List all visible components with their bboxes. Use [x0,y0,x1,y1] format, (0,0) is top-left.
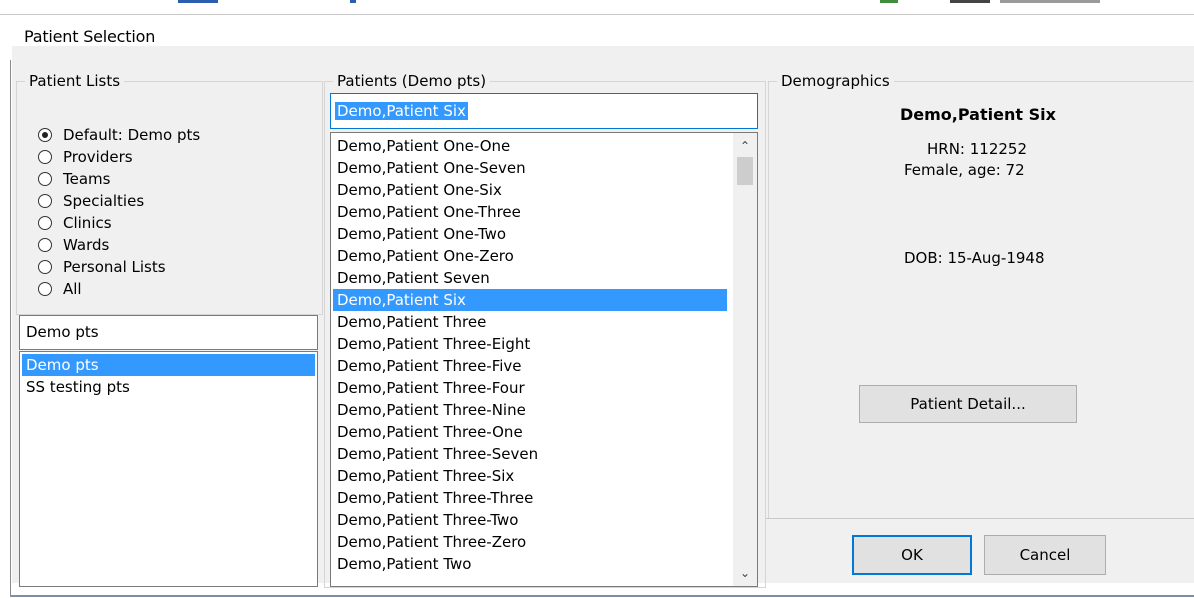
patient-row[interactable]: Demo,Patient Seven [333,267,731,289]
radio-label: Clinics [63,214,112,232]
patient-row[interactable]: Demo,Patient Three-Six [333,465,731,487]
patient-sex-age: Female, age: 72 [904,161,1025,179]
patient-search-input[interactable]: Demo,Patient Six [330,93,758,129]
patient-row[interactable]: Demo,Patient One-Two [333,223,731,245]
patient-list-listbox[interactable]: Demo pts SS testing pts [19,351,318,587]
patient-row[interactable]: Demo,Patient Three [333,311,731,333]
patient-row[interactable]: Demo,Patient Three-Five [333,355,731,377]
patient-row[interactable]: Demo,Patient One-Six [333,179,731,201]
patient-row[interactable]: Demo,Patient Three-One [333,421,731,443]
radio-button[interactable] [38,150,52,164]
radio-label: Teams [63,170,111,188]
chevron-up-icon[interactable]: ⌃ [733,135,757,157]
radio-button[interactable] [38,238,52,252]
patient-name: Demo,Patient Six [900,105,1056,124]
patient-list-filter-value: Demo pts [26,323,99,341]
patient-search-value: Demo,Patient Six [335,102,468,120]
patient-list-filter-input[interactable]: Demo pts [19,315,318,350]
patients-listbox[interactable]: Demo,Patient One-One Demo,Patient One-Se… [330,132,758,587]
radio-label: Default: Demo pts [63,126,201,144]
radio-button[interactable] [38,282,52,296]
dialog-title: Patient Selection [24,27,156,46]
patient-hrn: HRN: 112252 [927,140,1028,158]
patient-row[interactable]: Demo,Patient Three-Seven [333,443,731,465]
patient-row[interactable]: Demo,Patient One-Seven [333,157,731,179]
patient-row[interactable]: Demo,Patient Three-Four [333,377,731,399]
patient-row[interactable]: Demo,Patient One-Zero [333,245,731,267]
radio-label: Specialties [63,192,145,210]
radio-button[interactable] [38,128,52,142]
patient-row[interactable]: Demo,Patient Three-Nine [333,399,731,421]
list-item[interactable]: Demo pts [22,354,315,376]
cancel-button[interactable]: Cancel [984,535,1106,575]
patient-lists-group-title: Patient Lists [25,71,125,91]
dialog-left-border [10,60,11,597]
patients-group-title: Patients (Demo pts) [333,71,491,91]
patient-row[interactable]: Demo,Patient Three-Eight [333,333,731,355]
radio-label: Personal Lists [63,258,166,276]
patient-detail-button[interactable]: Patient Detail... [859,385,1077,423]
patient-row[interactable]: Demo,Patient One-Three [333,201,731,223]
button-panel-separator [766,518,1194,519]
demographics-group-title: Demographics [777,71,894,91]
patient-row-selected[interactable]: Demo,Patient Six [333,289,727,311]
patient-row[interactable]: Demo,Patient Three-Three [333,487,731,509]
scrollbar-thumb[interactable] [737,157,753,185]
list-item[interactable]: SS testing pts [22,376,315,398]
radio-label: All [63,280,82,298]
background-window-strip [0,0,1194,14]
ok-button[interactable]: OK [852,535,972,575]
patient-row[interactable]: Demo,Patient Three-Zero [333,531,731,553]
patient-row[interactable]: Demo,Patient One-One [333,135,731,157]
radio-button[interactable] [38,194,52,208]
patient-row[interactable]: Demo,Patient Three-Two [333,509,731,531]
patient-row[interactable]: Demo,Patient Two [333,553,731,575]
radio-button[interactable] [38,260,52,274]
radio-label: Wards [63,236,110,254]
patients-scrollbar[interactable]: ⌃ ⌄ [733,133,757,586]
radio-button[interactable] [38,172,52,186]
radio-button[interactable] [38,216,52,230]
chevron-down-icon[interactable]: ⌄ [733,562,757,584]
radio-label: Providers [63,148,133,166]
patient-dob: DOB: 15-Aug-1948 [904,249,1045,267]
